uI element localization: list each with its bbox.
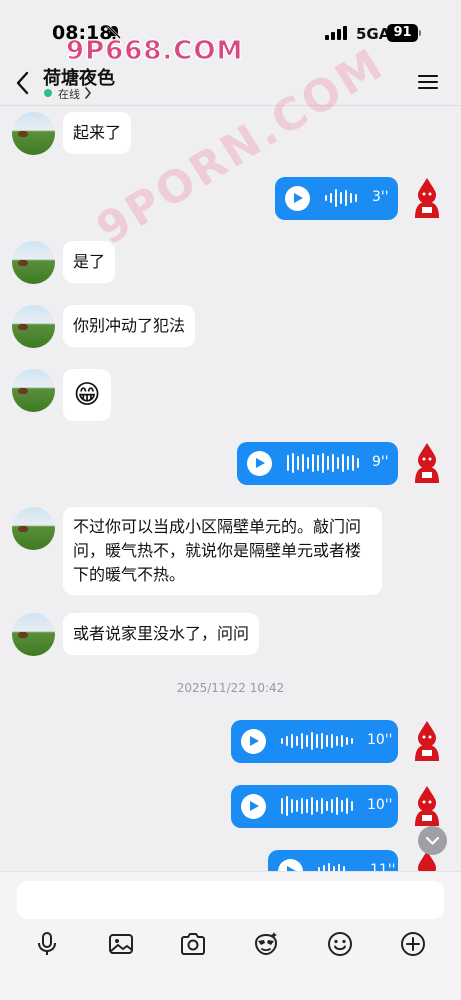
composer	[0, 871, 461, 1000]
voice-message[interactable]: 10''	[231, 785, 398, 828]
play-icon[interactable]	[278, 859, 303, 871]
chat-header: 荷塘夜色 在线	[0, 62, 461, 106]
user-avatar[interactable]	[407, 442, 447, 484]
back-icon[interactable]	[12, 70, 34, 96]
play-icon[interactable]	[285, 186, 310, 211]
user-avatar[interactable]	[407, 720, 447, 762]
network-label: 5GA	[356, 25, 391, 43]
play-icon[interactable]	[241, 729, 266, 754]
contact-avatar[interactable]	[12, 241, 55, 284]
voice-duration: 10''	[367, 797, 393, 813]
contact-avatar[interactable]	[12, 507, 55, 550]
user-avatar[interactable]	[407, 177, 447, 219]
voice-duration: 11''	[370, 862, 396, 871]
play-icon[interactable]	[247, 451, 272, 476]
voice-message[interactable]: 9''	[237, 442, 398, 485]
chevron-down-icon	[425, 836, 440, 845]
contact-avatar[interactable]	[12, 305, 55, 348]
message-bubble[interactable]: 或者说家里没水了，问问	[63, 613, 260, 655]
battery-tip	[419, 30, 421, 36]
user-avatar[interactable]	[407, 785, 447, 827]
contact-avatar[interactable]	[12, 369, 55, 412]
message-bubble[interactable]: 是了	[63, 241, 116, 283]
menu-icon[interactable]	[417, 72, 439, 92]
chevron-right-icon[interactable]	[84, 87, 92, 99]
voice-duration: 3''	[372, 189, 389, 205]
message-timestamp: 2025/11/22 10:42	[176, 681, 285, 695]
online-dot-icon	[44, 89, 52, 97]
sticker-icon[interactable]	[253, 931, 279, 957]
battery-indicator: 91	[387, 24, 418, 42]
scroll-down-button[interactable]	[418, 826, 447, 855]
image-icon[interactable]	[108, 931, 134, 957]
contact-avatar[interactable]	[12, 112, 55, 155]
voice-message[interactable]: 10''	[231, 720, 398, 763]
emoji-icon[interactable]	[327, 931, 353, 957]
signal-icon	[325, 26, 347, 40]
message-bubble[interactable]: 起来了	[63, 112, 132, 154]
message-bubble[interactable]: 不过你可以当成小区隔壁单元的。敲门问问，暖气热不，就说你是隔壁单元或者楼下的暖气…	[63, 507, 382, 595]
camera-icon[interactable]	[180, 931, 206, 957]
microphone-icon[interactable]	[34, 931, 60, 957]
emoji-message[interactable]: 😁	[63, 369, 111, 421]
message-bubble[interactable]: 你别冲动了犯法	[63, 305, 196, 347]
voice-duration: 10''	[367, 732, 393, 748]
plus-icon[interactable]	[400, 931, 426, 957]
voice-message[interactable]: 11''	[268, 850, 398, 871]
voice-message[interactable]: 3''	[275, 177, 398, 220]
online-status[interactable]: 在线	[58, 86, 80, 102]
contact-avatar[interactable]	[12, 613, 55, 656]
play-icon[interactable]	[241, 794, 266, 819]
voice-duration: 9''	[372, 454, 389, 470]
message-input[interactable]	[17, 881, 444, 919]
